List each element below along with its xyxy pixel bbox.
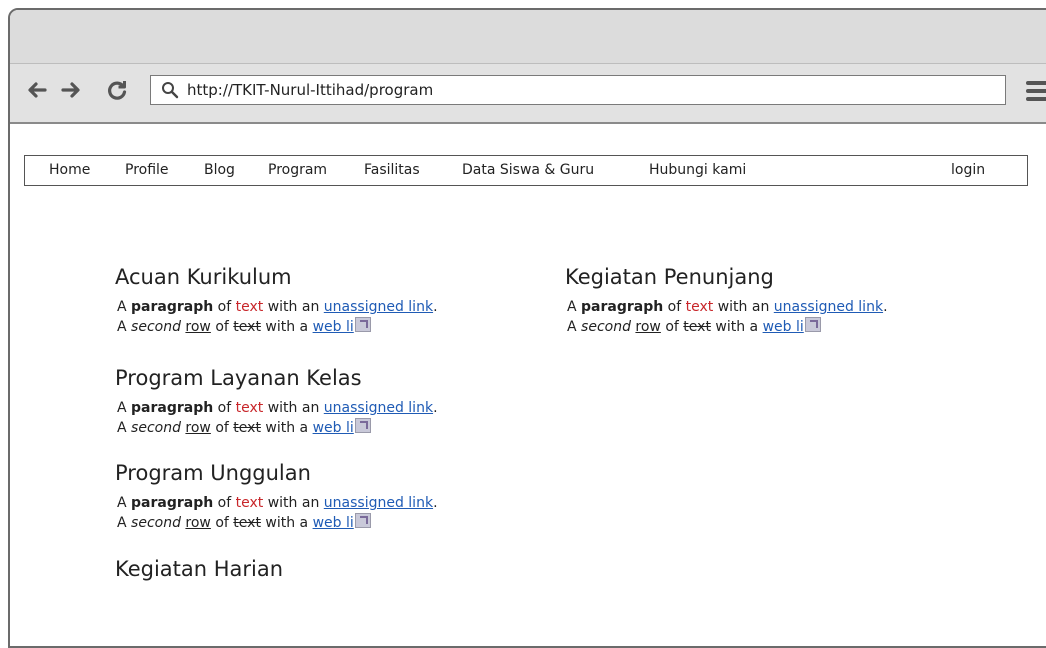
nav-item-fasilitas[interactable]: Fasilitas	[364, 162, 420, 178]
section-title: Program Layanan Kelas	[115, 366, 362, 390]
section-body: A paragraph of text with an unassigned l…	[117, 299, 438, 335]
url-text[interactable]: http://TKIT-Nurul-Ittihad/program	[187, 81, 433, 99]
site-navbar: Home Profile Blog Program Fasilitas Data…	[24, 155, 1028, 186]
unassigned-link[interactable]: unassigned link	[774, 299, 883, 315]
section-program-layanan-kelas: Program Layanan Kelas A paragraph of tex…	[115, 366, 535, 438]
address-bar[interactable]: http://TKIT-Nurul-Ittihad/program	[150, 75, 1006, 105]
search-icon	[159, 79, 181, 101]
nav-item-program[interactable]: Program	[268, 162, 327, 178]
web-link[interactable]: web li	[313, 319, 354, 335]
section-body: A paragraph of text with an unassigned l…	[117, 400, 438, 436]
title-bar	[10, 10, 1046, 63]
forward-arrow-icon[interactable]	[58, 78, 84, 104]
section-title: Kegiatan Penunjang	[565, 265, 774, 289]
web-link[interactable]: web li	[313, 515, 354, 531]
external-link-icon	[354, 317, 371, 332]
unassigned-link[interactable]: unassigned link	[324, 495, 433, 511]
nav-item-hubungi-kami[interactable]: Hubungi kami	[649, 162, 746, 178]
section-kegiatan-penunjang: Kegiatan Penunjang A paragraph of text w…	[565, 265, 985, 337]
web-link[interactable]: web li	[763, 319, 804, 335]
section-body: A paragraph of text with an unassigned l…	[117, 495, 438, 531]
section-title: Program Unggulan	[115, 461, 311, 485]
nav-item-profile[interactable]: Profile	[125, 162, 169, 178]
section-title: Kegiatan Harian	[115, 557, 284, 581]
section-body: A paragraph of text with an unassigned l…	[567, 299, 888, 335]
section-kegiatan-harian: Kegiatan Harian	[115, 557, 535, 581]
back-arrow-icon[interactable]	[24, 78, 50, 104]
hamburger-menu-icon[interactable]	[1026, 77, 1046, 103]
nav-item-blog[interactable]: Blog	[204, 162, 235, 178]
unassigned-link[interactable]: unassigned link	[324, 299, 433, 315]
browser-toolbar: http://TKIT-Nurul-Ittihad/program	[10, 63, 1046, 124]
section-acuan-kurikulum: Acuan Kurikulum A paragraph of text with…	[115, 265, 535, 337]
external-link-icon	[354, 418, 371, 433]
web-link[interactable]: web li	[313, 420, 354, 436]
nav-item-home[interactable]: Home	[49, 162, 90, 178]
external-link-icon	[804, 317, 821, 332]
nav-item-data-siswa-guru[interactable]: Data Siswa & Guru	[462, 162, 594, 178]
external-link-icon	[354, 513, 371, 528]
section-title: Acuan Kurikulum	[115, 265, 292, 289]
section-program-unggulan: Program Unggulan A paragraph of text wit…	[115, 461, 535, 533]
reload-icon[interactable]	[104, 78, 130, 104]
unassigned-link[interactable]: unassigned link	[324, 400, 433, 416]
nav-item-login[interactable]: login	[951, 162, 985, 178]
